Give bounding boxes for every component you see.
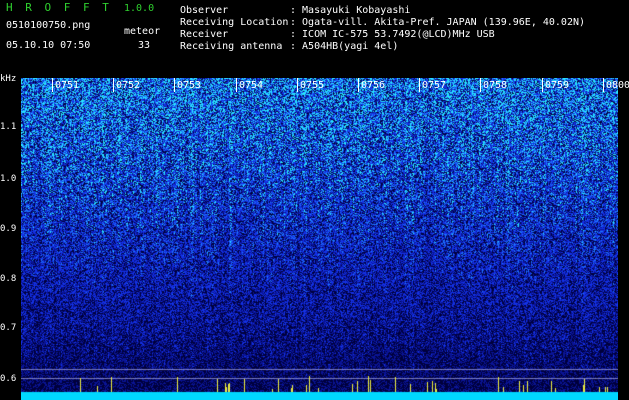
time-tick bbox=[480, 78, 481, 92]
receiver-value: : ICOM IC-575 53.7492(@LCD)MHz USB bbox=[290, 29, 495, 40]
antenna-value: : A504HB(yagi 4el) bbox=[290, 41, 399, 52]
location-value: : Ogata-vill. Akita-Pref. JAPAN (139.96E… bbox=[290, 17, 586, 28]
time-label: 0755 bbox=[300, 80, 325, 91]
right-border bbox=[618, 78, 629, 400]
time-label: 0758 bbox=[483, 80, 508, 91]
time-tick bbox=[419, 78, 420, 92]
meteor-label: meteor bbox=[124, 26, 161, 37]
datetime-label: 05.10.10 07:50 bbox=[6, 40, 91, 51]
antenna-label: Receiving antenna bbox=[180, 41, 283, 52]
y-tick-label: 0.6 bbox=[0, 374, 17, 384]
time-tick bbox=[358, 78, 359, 92]
time-tick bbox=[174, 78, 175, 92]
y-tick-label: 1.1 bbox=[0, 122, 17, 132]
observer-value: : Masayuki Kobayashi bbox=[290, 5, 411, 16]
y-tick-label: 1.0 bbox=[0, 174, 17, 184]
observer-label: Observer bbox=[180, 5, 229, 16]
time-label: 0753 bbox=[177, 80, 202, 91]
time-tick bbox=[52, 78, 53, 92]
meteor-count: 33 bbox=[138, 40, 151, 51]
time-tick bbox=[603, 78, 604, 92]
time-label: 0759 bbox=[545, 80, 570, 91]
y-tick-label: 0.9 bbox=[0, 224, 17, 234]
time-tick bbox=[297, 78, 298, 92]
time-tick bbox=[236, 78, 237, 92]
time-label: 0751 bbox=[55, 80, 80, 91]
y-tick-label: 0.7 bbox=[0, 323, 17, 333]
header-panel: H R O F F T 1.0.0 0510100750.png meteor … bbox=[0, 0, 629, 78]
spectrogram-canvas bbox=[21, 78, 618, 400]
location-label: Receiving Location bbox=[180, 17, 289, 28]
time-label: 0800 bbox=[606, 80, 629, 91]
app-logo: H R O F F T bbox=[6, 1, 112, 14]
y-unit-label: kHz bbox=[0, 74, 17, 84]
app-version: 1.0.0 bbox=[124, 3, 155, 14]
time-label: 0756 bbox=[361, 80, 386, 91]
time-tick bbox=[542, 78, 543, 92]
filename-label: 0510100750.png bbox=[6, 20, 91, 31]
time-label: 0754 bbox=[239, 80, 264, 91]
time-tick bbox=[113, 78, 114, 92]
time-label: 0752 bbox=[116, 80, 141, 91]
time-label: 0757 bbox=[422, 80, 447, 91]
frequency-axis: kHz 1.1 1.0 0.9 0.8 0.7 0.6 bbox=[0, 74, 21, 400]
receiver-label: Receiver bbox=[180, 29, 229, 40]
y-tick-label: 0.8 bbox=[0, 274, 17, 284]
